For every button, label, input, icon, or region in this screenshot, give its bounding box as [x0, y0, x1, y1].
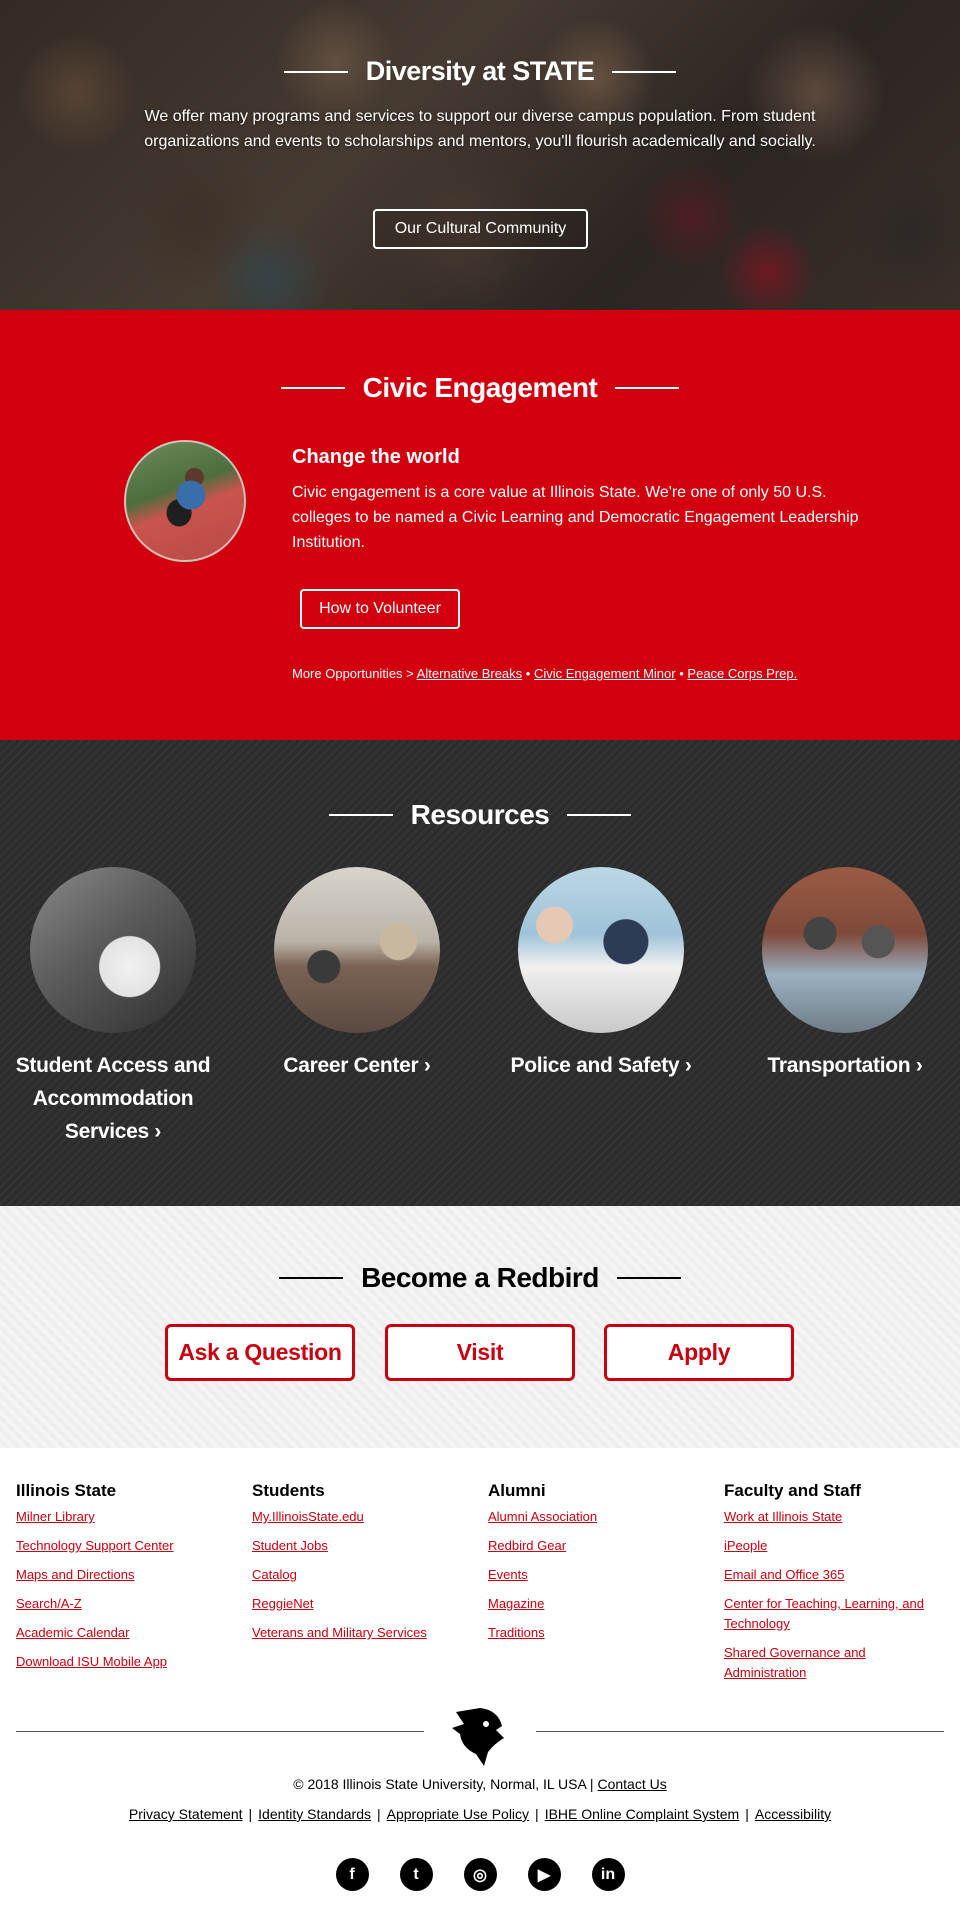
footer-link[interactable]: ReggieNet	[252, 1594, 477, 1614]
title-rule	[283, 70, 348, 73]
footer-link[interactable]: Academic Calendar	[16, 1623, 241, 1643]
twitter-icon[interactable]: t	[399, 1858, 433, 1891]
resource-career-center[interactable]: Career Center ›	[247, 867, 467, 1082]
title-rule	[615, 387, 680, 389]
copyright-line: © 2018 Illinois State University, Normal…	[0, 1776, 960, 1792]
career-center-photo	[274, 867, 440, 1033]
privacy-statement-link[interactable]: Privacy Statement	[129, 1806, 243, 1822]
how-to-volunteer-button[interactable]: How to Volunteer	[300, 589, 460, 629]
footer-heading: Students	[252, 1481, 325, 1500]
separator: |	[535, 1806, 539, 1822]
footer-link[interactable]: Maps and Directions	[16, 1565, 241, 1585]
footer-link[interactable]: Email and Office 365	[724, 1565, 949, 1585]
footer-link[interactable]: Magazine	[488, 1594, 713, 1614]
civic-title: Civic Engagement	[362, 372, 598, 403]
title-rule	[612, 70, 677, 73]
transportation-photo	[762, 867, 928, 1033]
hero-diversity: Diversity at STATE We offer many program…	[0, 0, 960, 310]
bullet: •	[679, 666, 684, 681]
student-access-photo	[30, 867, 196, 1033]
footer-link[interactable]: Download ISU Mobile App	[16, 1652, 241, 1672]
resources-section: Resources Student Access and Accommodati…	[0, 740, 960, 1206]
footer-divider	[16, 1731, 424, 1732]
legal-links: Privacy Statement | Identity Standards | App…	[0, 1806, 960, 1822]
site-footer: Illinois State Milner Library Technology…	[0, 1448, 960, 1921]
become-redbird-section: Become a Redbird Ask a Question Visit Ap…	[0, 1206, 960, 1448]
copyright-text: © 2018 Illinois State University, Normal…	[293, 1776, 594, 1792]
footer-heading: Illinois State	[16, 1481, 117, 1500]
link-alternative-breaks[interactable]: Alternative Breaks	[417, 666, 523, 681]
civic-photo	[124, 440, 246, 562]
footer-link[interactable]: Search/A-Z	[16, 1594, 241, 1614]
police-safety-photo	[518, 867, 684, 1033]
footer-link[interactable]: Redbird Gear	[488, 1536, 713, 1556]
footer-link[interactable]: Shared Governance and Administration	[724, 1643, 949, 1683]
footer-link[interactable]: Traditions	[488, 1623, 713, 1643]
separator: |	[248, 1806, 253, 1822]
redbird-title: Become a Redbird	[361, 1262, 599, 1293]
more-opportunities: More Opportunities > Alternative Breaks …	[292, 666, 797, 681]
resource-label[interactable]: Career Center ›	[247, 1049, 467, 1082]
hero-body: We offer many programs and services to s…	[144, 108, 816, 150]
appropriate-use-link[interactable]: Appropriate Use Policy	[387, 1806, 529, 1822]
redbird-logo-icon[interactable]	[450, 1704, 510, 1768]
accessibility-link[interactable]: Accessibility	[755, 1806, 831, 1822]
separator: |	[377, 1806, 381, 1822]
resource-label[interactable]: Police and Safety ›	[491, 1049, 711, 1082]
ask-question-button[interactable]: Ask a Question	[165, 1324, 355, 1381]
title-rule	[280, 387, 345, 389]
footer-col-students: Students My.IllinoisState.edu Student Jo…	[252, 1481, 477, 1652]
resource-police-safety[interactable]: Police and Safety ›	[491, 867, 711, 1082]
resource-transportation[interactable]: Transportation ›	[735, 867, 955, 1082]
footer-link[interactable]: Student Jobs	[252, 1536, 477, 1556]
footer-divider	[536, 1731, 944, 1732]
footer-heading: Alumni	[488, 1481, 546, 1500]
footer-link[interactable]: Technology Support Center	[16, 1536, 241, 1556]
title-rule	[616, 1277, 681, 1279]
footer-link[interactable]: My.IllinoisState.edu	[252, 1507, 477, 1527]
footer-link[interactable]: Center for Teaching, Learning, and Techn…	[724, 1594, 949, 1634]
resource-label[interactable]: Transportation ›	[735, 1049, 955, 1082]
contact-us-link[interactable]: Contact Us	[597, 1776, 666, 1792]
visit-button[interactable]: Visit	[385, 1324, 575, 1381]
instagram-icon[interactable]: ◎	[463, 1858, 497, 1891]
footer-heading: Faculty and Staff	[724, 1481, 861, 1500]
social-links: f t ◎ ▶ in	[0, 1858, 960, 1891]
footer-link[interactable]: Events	[488, 1565, 713, 1585]
separator: |	[745, 1806, 749, 1822]
footer-link[interactable]: Catalog	[252, 1565, 477, 1585]
link-civic-engagement-minor[interactable]: Civic Engagement Minor	[534, 666, 676, 681]
youtube-icon[interactable]: ▶	[527, 1858, 561, 1891]
footer-col-alumni: Alumni Alumni Association Redbird Gear E…	[488, 1481, 713, 1652]
resources-title: Resources	[410, 799, 550, 830]
civic-subtitle: Change the world	[292, 446, 460, 468]
facebook-icon[interactable]: f	[335, 1858, 369, 1891]
bullet: •	[525, 666, 531, 681]
link-peace-corps-prep[interactable]: Peace Corps Prep.	[687, 666, 797, 681]
title-rule	[567, 814, 632, 816]
civic-body: Civic engagement is a core value at Illi…	[292, 484, 859, 551]
footer-link[interactable]: Veterans and Military Services	[252, 1623, 477, 1643]
more-opportunities-label: More Opportunities >	[292, 666, 414, 681]
cultural-community-button[interactable]: Our Cultural Community	[373, 209, 588, 249]
identity-standards-link[interactable]: Identity Standards	[258, 1806, 371, 1822]
civic-engagement-section: Civic Engagement Change the world Civic …	[0, 310, 960, 740]
footer-link[interactable]: Work at Illinois State	[724, 1507, 949, 1527]
footer-col-illinois-state: Illinois State Milner Library Technology…	[16, 1481, 241, 1681]
apply-button[interactable]: Apply	[604, 1324, 794, 1381]
linkedin-icon[interactable]: in	[591, 1858, 625, 1891]
title-rule	[279, 1277, 344, 1279]
hero-title: Diversity at STATE	[365, 56, 595, 86]
footer-link[interactable]: Milner Library	[16, 1507, 241, 1527]
footer-col-faculty-staff: Faculty and Staff Work at Illinois State…	[724, 1481, 949, 1692]
footer-link[interactable]: Alumni Association	[488, 1507, 713, 1527]
footer-link[interactable]: iPeople	[724, 1536, 949, 1556]
resource-label[interactable]: Student Access and Accommodation Service…	[3, 1049, 223, 1148]
resource-student-access[interactable]: Student Access and Accommodation Service…	[3, 867, 223, 1148]
title-rule	[328, 814, 393, 816]
ibhe-complaint-link[interactable]: IBHE Online Complaint System	[545, 1806, 740, 1822]
